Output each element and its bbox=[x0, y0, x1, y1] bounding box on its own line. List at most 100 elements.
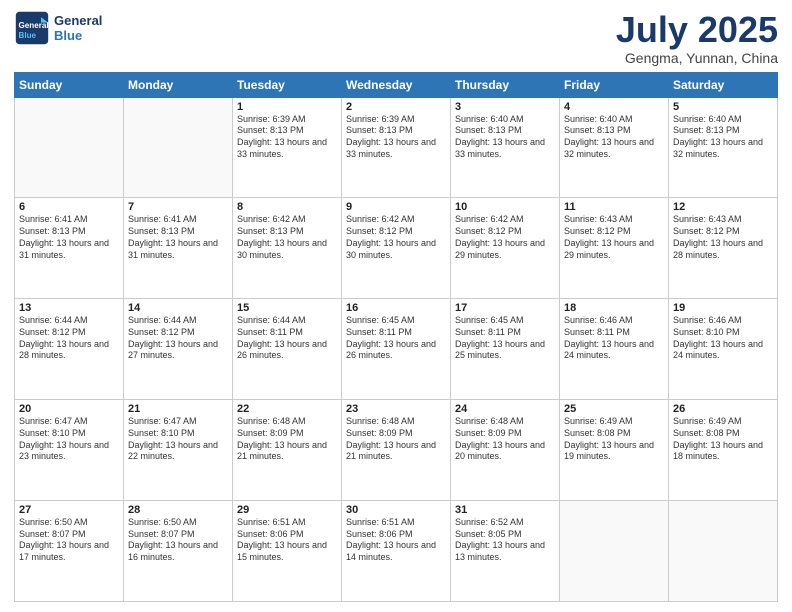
calendar-header-row: SundayMondayTuesdayWednesdayThursdayFrid… bbox=[15, 72, 778, 97]
calendar-cell: 24Sunrise: 6:48 AM Sunset: 8:09 PM Dayli… bbox=[451, 400, 560, 501]
day-info: Sunrise: 6:49 AM Sunset: 8:08 PM Dayligh… bbox=[564, 416, 664, 463]
calendar-day-header: Saturday bbox=[669, 72, 778, 97]
calendar-cell: 9Sunrise: 6:42 AM Sunset: 8:12 PM Daylig… bbox=[342, 198, 451, 299]
calendar-cell: 16Sunrise: 6:45 AM Sunset: 8:11 PM Dayli… bbox=[342, 299, 451, 400]
calendar-table: SundayMondayTuesdayWednesdayThursdayFrid… bbox=[14, 72, 778, 602]
day-number: 17 bbox=[455, 302, 555, 314]
day-info: Sunrise: 6:51 AM Sunset: 8:06 PM Dayligh… bbox=[237, 517, 337, 564]
day-info: Sunrise: 6:40 AM Sunset: 8:13 PM Dayligh… bbox=[673, 114, 773, 161]
day-info: Sunrise: 6:48 AM Sunset: 8:09 PM Dayligh… bbox=[237, 416, 337, 463]
day-info: Sunrise: 6:44 AM Sunset: 8:12 PM Dayligh… bbox=[128, 315, 228, 362]
logo-icon: General Blue bbox=[14, 10, 50, 46]
day-info: Sunrise: 6:40 AM Sunset: 8:13 PM Dayligh… bbox=[455, 114, 555, 161]
day-info: Sunrise: 6:48 AM Sunset: 8:09 PM Dayligh… bbox=[346, 416, 446, 463]
day-info: Sunrise: 6:45 AM Sunset: 8:11 PM Dayligh… bbox=[455, 315, 555, 362]
logo-text: General Blue bbox=[54, 13, 102, 43]
day-number: 12 bbox=[673, 201, 773, 213]
day-number: 13 bbox=[19, 302, 119, 314]
day-info: Sunrise: 6:46 AM Sunset: 8:10 PM Dayligh… bbox=[673, 315, 773, 362]
day-number: 10 bbox=[455, 201, 555, 213]
day-number: 16 bbox=[346, 302, 446, 314]
day-number: 27 bbox=[19, 504, 119, 516]
day-number: 19 bbox=[673, 302, 773, 314]
day-number: 28 bbox=[128, 504, 228, 516]
day-info: Sunrise: 6:44 AM Sunset: 8:12 PM Dayligh… bbox=[19, 315, 119, 362]
day-number: 30 bbox=[346, 504, 446, 516]
calendar-cell: 7Sunrise: 6:41 AM Sunset: 8:13 PM Daylig… bbox=[124, 198, 233, 299]
calendar-cell: 11Sunrise: 6:43 AM Sunset: 8:12 PM Dayli… bbox=[560, 198, 669, 299]
day-info: Sunrise: 6:39 AM Sunset: 8:13 PM Dayligh… bbox=[346, 114, 446, 161]
header: General Blue General Blue July 2025 Geng… bbox=[14, 10, 778, 66]
day-info: Sunrise: 6:43 AM Sunset: 8:12 PM Dayligh… bbox=[673, 214, 773, 261]
calendar-cell: 29Sunrise: 6:51 AM Sunset: 8:06 PM Dayli… bbox=[233, 501, 342, 602]
day-info: Sunrise: 6:51 AM Sunset: 8:06 PM Dayligh… bbox=[346, 517, 446, 564]
calendar-day-header: Wednesday bbox=[342, 72, 451, 97]
calendar-cell: 19Sunrise: 6:46 AM Sunset: 8:10 PM Dayli… bbox=[669, 299, 778, 400]
calendar-cell bbox=[15, 97, 124, 198]
day-number: 8 bbox=[237, 201, 337, 213]
day-number: 18 bbox=[564, 302, 664, 314]
day-info: Sunrise: 6:50 AM Sunset: 8:07 PM Dayligh… bbox=[19, 517, 119, 564]
day-info: Sunrise: 6:41 AM Sunset: 8:13 PM Dayligh… bbox=[128, 214, 228, 261]
calendar-day-header: Friday bbox=[560, 72, 669, 97]
day-info: Sunrise: 6:47 AM Sunset: 8:10 PM Dayligh… bbox=[128, 416, 228, 463]
calendar-cell: 2Sunrise: 6:39 AM Sunset: 8:13 PM Daylig… bbox=[342, 97, 451, 198]
calendar-cell: 30Sunrise: 6:51 AM Sunset: 8:06 PM Dayli… bbox=[342, 501, 451, 602]
calendar-cell: 26Sunrise: 6:49 AM Sunset: 8:08 PM Dayli… bbox=[669, 400, 778, 501]
calendar-cell: 13Sunrise: 6:44 AM Sunset: 8:12 PM Dayli… bbox=[15, 299, 124, 400]
calendar-cell: 15Sunrise: 6:44 AM Sunset: 8:11 PM Dayli… bbox=[233, 299, 342, 400]
day-number: 4 bbox=[564, 101, 664, 113]
calendar-cell: 5Sunrise: 6:40 AM Sunset: 8:13 PM Daylig… bbox=[669, 97, 778, 198]
day-number: 1 bbox=[237, 101, 337, 113]
day-info: Sunrise: 6:42 AM Sunset: 8:12 PM Dayligh… bbox=[346, 214, 446, 261]
calendar-cell: 4Sunrise: 6:40 AM Sunset: 8:13 PM Daylig… bbox=[560, 97, 669, 198]
calendar-cell bbox=[560, 501, 669, 602]
title-block: July 2025 Gengma, Yunnan, China bbox=[616, 10, 778, 66]
day-info: Sunrise: 6:44 AM Sunset: 8:11 PM Dayligh… bbox=[237, 315, 337, 362]
calendar-cell bbox=[124, 97, 233, 198]
calendar-cell: 21Sunrise: 6:47 AM Sunset: 8:10 PM Dayli… bbox=[124, 400, 233, 501]
calendar-week-row: 20Sunrise: 6:47 AM Sunset: 8:10 PM Dayli… bbox=[15, 400, 778, 501]
calendar-cell: 18Sunrise: 6:46 AM Sunset: 8:11 PM Dayli… bbox=[560, 299, 669, 400]
calendar-cell: 8Sunrise: 6:42 AM Sunset: 8:13 PM Daylig… bbox=[233, 198, 342, 299]
day-info: Sunrise: 6:42 AM Sunset: 8:12 PM Dayligh… bbox=[455, 214, 555, 261]
calendar-cell: 17Sunrise: 6:45 AM Sunset: 8:11 PM Dayli… bbox=[451, 299, 560, 400]
calendar-day-header: Monday bbox=[124, 72, 233, 97]
day-number: 11 bbox=[564, 201, 664, 213]
calendar-cell: 3Sunrise: 6:40 AM Sunset: 8:13 PM Daylig… bbox=[451, 97, 560, 198]
day-number: 6 bbox=[19, 201, 119, 213]
subtitle: Gengma, Yunnan, China bbox=[616, 50, 778, 66]
day-info: Sunrise: 6:52 AM Sunset: 8:05 PM Dayligh… bbox=[455, 517, 555, 564]
main-title: July 2025 bbox=[616, 10, 778, 50]
calendar-cell: 1Sunrise: 6:39 AM Sunset: 8:13 PM Daylig… bbox=[233, 97, 342, 198]
calendar-cell: 20Sunrise: 6:47 AM Sunset: 8:10 PM Dayli… bbox=[15, 400, 124, 501]
day-number: 25 bbox=[564, 403, 664, 415]
day-number: 14 bbox=[128, 302, 228, 314]
day-number: 9 bbox=[346, 201, 446, 213]
day-info: Sunrise: 6:46 AM Sunset: 8:11 PM Dayligh… bbox=[564, 315, 664, 362]
day-info: Sunrise: 6:42 AM Sunset: 8:13 PM Dayligh… bbox=[237, 214, 337, 261]
day-number: 31 bbox=[455, 504, 555, 516]
day-number: 7 bbox=[128, 201, 228, 213]
calendar-cell: 22Sunrise: 6:48 AM Sunset: 8:09 PM Dayli… bbox=[233, 400, 342, 501]
day-info: Sunrise: 6:43 AM Sunset: 8:12 PM Dayligh… bbox=[564, 214, 664, 261]
calendar-cell: 14Sunrise: 6:44 AM Sunset: 8:12 PM Dayli… bbox=[124, 299, 233, 400]
day-number: 2 bbox=[346, 101, 446, 113]
calendar-cell: 25Sunrise: 6:49 AM Sunset: 8:08 PM Dayli… bbox=[560, 400, 669, 501]
day-number: 26 bbox=[673, 403, 773, 415]
page: General Blue General Blue July 2025 Geng… bbox=[0, 0, 792, 612]
calendar-cell: 28Sunrise: 6:50 AM Sunset: 8:07 PM Dayli… bbox=[124, 501, 233, 602]
day-info: Sunrise: 6:49 AM Sunset: 8:08 PM Dayligh… bbox=[673, 416, 773, 463]
day-info: Sunrise: 6:39 AM Sunset: 8:13 PM Dayligh… bbox=[237, 114, 337, 161]
calendar-week-row: 6Sunrise: 6:41 AM Sunset: 8:13 PM Daylig… bbox=[15, 198, 778, 299]
calendar-day-header: Tuesday bbox=[233, 72, 342, 97]
day-info: Sunrise: 6:50 AM Sunset: 8:07 PM Dayligh… bbox=[128, 517, 228, 564]
calendar-cell: 6Sunrise: 6:41 AM Sunset: 8:13 PM Daylig… bbox=[15, 198, 124, 299]
day-info: Sunrise: 6:41 AM Sunset: 8:13 PM Dayligh… bbox=[19, 214, 119, 261]
calendar-cell bbox=[669, 501, 778, 602]
day-info: Sunrise: 6:48 AM Sunset: 8:09 PM Dayligh… bbox=[455, 416, 555, 463]
day-info: Sunrise: 6:47 AM Sunset: 8:10 PM Dayligh… bbox=[19, 416, 119, 463]
day-info: Sunrise: 6:40 AM Sunset: 8:13 PM Dayligh… bbox=[564, 114, 664, 161]
svg-text:Blue: Blue bbox=[19, 31, 37, 40]
calendar-week-row: 1Sunrise: 6:39 AM Sunset: 8:13 PM Daylig… bbox=[15, 97, 778, 198]
